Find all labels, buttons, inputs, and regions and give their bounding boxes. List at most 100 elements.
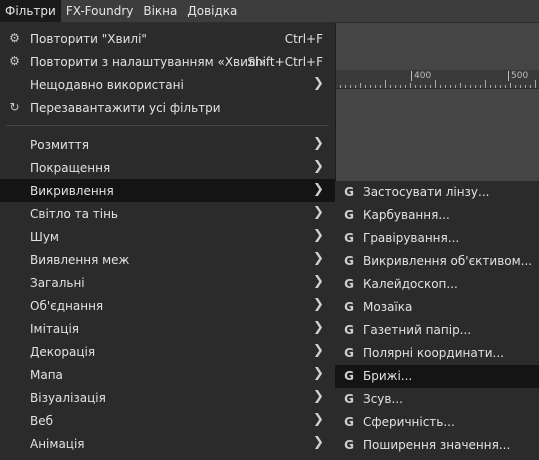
category-item[interactable]: Розмиття ❯	[0, 133, 335, 156]
menu-filters[interactable]: Фільтри	[0, 0, 61, 22]
distort-filter-item[interactable]: G Гравірування...	[335, 227, 539, 250]
ruler-tick	[500, 85, 501, 88]
chevron-right-icon: ❯	[313, 412, 324, 427]
ruler-tick	[395, 85, 396, 88]
category-item[interactable]: Веб ❯	[0, 409, 335, 432]
horizontal-ruler[interactable]: 400 500	[335, 70, 539, 89]
distort-filter-item[interactable]: G Мозаїка	[335, 296, 539, 319]
gegl-icon: G	[344, 208, 354, 222]
ruler-tick	[475, 85, 476, 88]
chevron-right-icon: ❯	[313, 343, 324, 358]
ruler-label-500: 500	[507, 71, 529, 81]
ruler-tick	[370, 85, 371, 88]
ruler-tick	[490, 85, 491, 88]
menubar: Фільтри FX-Foundry Вікна Довідка	[0, 0, 539, 23]
menu-windows[interactable]: Вікна	[138, 0, 182, 22]
ruler-tick	[450, 85, 451, 88]
ruler-tick	[375, 85, 376, 88]
distort-filter-item[interactable]: G Брижі...	[335, 365, 539, 388]
ruler-tick	[400, 85, 401, 88]
distort-filter-label: Сферичність...	[363, 415, 455, 429]
category-item[interactable]: Мапа ❯	[0, 363, 335, 386]
menu-help[interactable]: Довідка	[182, 0, 242, 22]
repeat-waves-shortcut: Ctrl+F	[284, 31, 323, 46]
distort-filter-label: Поширення значення...	[363, 438, 511, 452]
ruler-tick	[415, 85, 416, 88]
chevron-right-icon: ❯	[313, 159, 324, 174]
category-label: Об'єднання	[30, 298, 104, 313]
category-item[interactable]: Декорація ❯	[0, 340, 335, 363]
ruler-tick	[430, 85, 431, 88]
ruler-tick	[505, 85, 506, 88]
menu-fx-foundry[interactable]: FX-Foundry	[61, 0, 139, 22]
distort-filter-label: Зсув...	[363, 392, 403, 406]
repeat-waves-item[interactable]: ⚙ Повторити "Хвилі" Ctrl+F	[0, 27, 335, 50]
distort-filter-item[interactable]: G Поширення значення...	[335, 434, 539, 457]
chevron-right-icon: ❯	[313, 320, 324, 335]
ruler-tick	[410, 83, 411, 88]
category-item[interactable]: Викривлення ❯	[0, 179, 335, 202]
ruler-tick	[460, 83, 461, 88]
distort-filter-item[interactable]: G Викривлення об'єктивом...	[335, 250, 539, 273]
chevron-right-icon: ❯	[313, 205, 324, 220]
distort-filter-item[interactable]: G Газетний папір...	[335, 319, 539, 342]
category-label: Покращення	[30, 160, 111, 175]
distort-filter-label: Карбування...	[363, 208, 450, 222]
reload-filters-label: Перезавантажити усі фільтри	[30, 100, 221, 115]
category-item[interactable]: Світло та тінь ❯	[0, 202, 335, 225]
distort-filter-item[interactable]: G Калейдоскоп...	[335, 273, 539, 296]
gegl-icon: G	[344, 346, 354, 360]
ruler-tick	[530, 85, 531, 88]
category-label: Розмиття	[30, 137, 90, 152]
category-item[interactable]: Анімація ❯	[0, 432, 335, 455]
chevron-right-icon: ❯	[313, 251, 324, 266]
ruler-tick	[355, 85, 356, 88]
distort-filter-item[interactable]: G Карбування...	[335, 204, 539, 227]
filters-menu: ⚙ Повторити "Хвилі" Ctrl+F ⚙ Повторити з…	[0, 23, 336, 460]
ruler-tick	[380, 85, 381, 88]
distort-filter-item[interactable]: G Полярні координати...	[335, 342, 539, 365]
ruler-tick	[480, 85, 481, 88]
distort-filter-label: Калейдоскоп...	[363, 277, 458, 291]
distort-filter-label: Мозаїка	[363, 300, 413, 314]
distort-filter-item[interactable]: G Застосувати лінзу...	[335, 181, 539, 204]
gear-icon: ⚙	[9, 31, 20, 45]
category-item[interactable]: Візуалізація ❯	[0, 386, 335, 409]
gegl-icon: G	[344, 185, 354, 199]
distort-filter-label: Гравірування...	[363, 231, 460, 245]
category-item[interactable]: Загальні ❯	[0, 271, 335, 294]
ruler-tick	[345, 85, 346, 88]
category-item[interactable]: Шум ❯	[0, 225, 335, 248]
category-label: Шум	[30, 229, 59, 244]
ruler-tick	[465, 85, 466, 88]
gegl-icon: G	[344, 392, 354, 406]
category-label: Імітація	[30, 321, 79, 336]
gegl-icon: G	[344, 369, 354, 383]
ruler-tick	[440, 85, 441, 88]
reload-filters-item[interactable]: ↻ Перезавантажити усі фільтри	[0, 96, 335, 119]
chevron-right-icon: ❯	[313, 76, 324, 91]
menu-separator	[6, 125, 329, 126]
category-label: Виявлення меж	[30, 252, 130, 267]
category-item[interactable]: Об'єднання ❯	[0, 294, 335, 317]
gegl-icon: G	[344, 415, 354, 429]
category-item[interactable]: Виявлення меж ❯	[0, 248, 335, 271]
chevron-right-icon: ❯	[313, 136, 324, 151]
ruler-tick	[485, 80, 486, 88]
distort-filter-item[interactable]: G Сферичність...	[335, 411, 539, 434]
ruler-tick	[525, 85, 526, 88]
ruler-tick	[520, 85, 521, 88]
category-item[interactable]: Покращення ❯	[0, 156, 335, 179]
distort-filter-item[interactable]: G Зсув...	[335, 388, 539, 411]
recently-used-item[interactable]: Нещодавно використані ❯	[0, 73, 335, 96]
ruler-label-400: 400	[410, 71, 432, 81]
chevron-right-icon: ❯	[313, 297, 324, 312]
chevron-right-icon: ❯	[313, 366, 324, 381]
category-label: Декорація	[30, 344, 96, 359]
ruler-tick	[535, 80, 536, 88]
gegl-icon: G	[344, 277, 354, 291]
category-item[interactable]: Імітація ❯	[0, 317, 335, 340]
distort-filter-label: Газетний папір...	[363, 323, 472, 337]
ruler-tick	[385, 80, 386, 88]
reshow-waves-item[interactable]: ⚙ Повторити з налаштуванням «Хвилі» Shif…	[0, 50, 335, 73]
